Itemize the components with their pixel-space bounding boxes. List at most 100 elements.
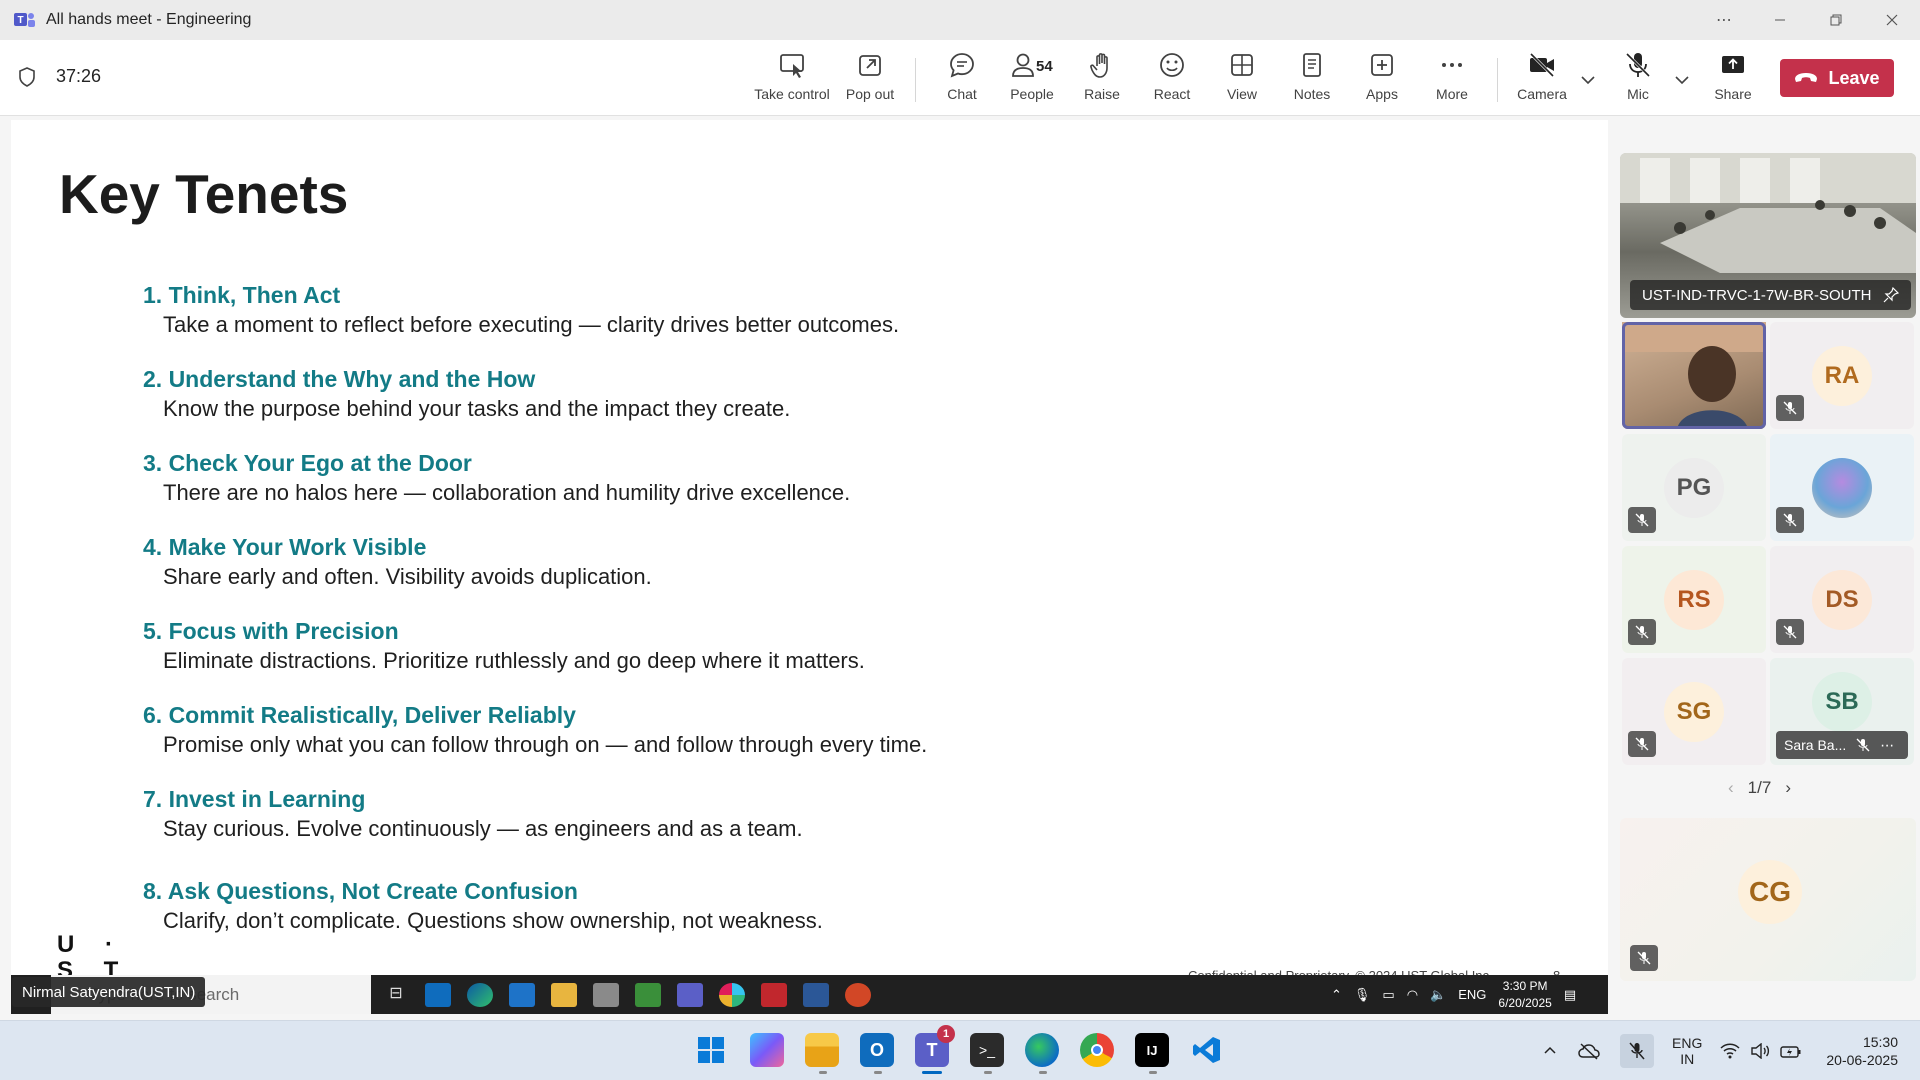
spotlight-participant-tile[interactable]: CG: [1620, 818, 1916, 981]
tenet-item: 8. Ask Questions, Not Create Confusion C…: [143, 878, 1343, 934]
tenet-item: 2. Understand the Why and the How Know t…: [143, 366, 1343, 422]
camera-button[interactable]: Camera: [1502, 50, 1582, 108]
next-page-icon[interactable]: ›: [1785, 778, 1791, 798]
chat-label: Chat: [947, 86, 977, 102]
pin-icon[interactable]: [1883, 287, 1900, 303]
input-language[interactable]: ENG IN: [1672, 1035, 1702, 1067]
vscode-icon[interactable]: [1190, 1033, 1224, 1067]
share-screen-icon: [1722, 56, 1744, 73]
muted-mic-icon: [1776, 395, 1804, 421]
tenet-heading: 6. Commit Realistically, Deliver Reliabl…: [143, 702, 576, 728]
share-label: Share: [1714, 86, 1752, 102]
participant-tile[interactable]: DS: [1770, 546, 1914, 653]
participant-tile[interactable]: SB Sara Ba... ⋯: [1770, 658, 1914, 765]
tenet-heading: 7. Invest in Learning: [143, 786, 366, 812]
camera-label: Camera: [1517, 86, 1567, 102]
people-count: 54: [1036, 58, 1053, 75]
raise-hand-button[interactable]: Raise: [1062, 50, 1142, 108]
running-indicator: [1149, 1071, 1157, 1074]
take-control-button[interactable]: Take control: [752, 50, 832, 108]
participant-name: Sara Ba...: [1784, 737, 1847, 753]
avatar: RA: [1812, 346, 1872, 406]
mic-options-chevron-icon[interactable]: [1672, 70, 1692, 90]
people-button[interactable]: 54 People: [992, 50, 1072, 108]
file-explorer-icon: [551, 983, 577, 1007]
mic-muted-tray-icon[interactable]: [1620, 1034, 1655, 1068]
chat-button[interactable]: Chat: [922, 50, 1002, 108]
avatar: CG: [1738, 860, 1802, 924]
mic-button[interactable]: Mic: [1598, 50, 1678, 108]
close-button[interactable]: [1864, 0, 1920, 40]
tenet-description: Eliminate distractions. Prioritize ruthl…: [163, 648, 865, 673]
restore-button[interactable]: [1808, 0, 1864, 40]
svg-text:T: T: [17, 15, 23, 26]
react-label: React: [1153, 86, 1191, 102]
excel-icon: [635, 983, 661, 1007]
minimize-button[interactable]: [1752, 0, 1808, 40]
teams-notification-badge: 1: [937, 1025, 955, 1043]
react-button[interactable]: React: [1132, 50, 1212, 108]
battery-charging-icon[interactable]: [1780, 1043, 1802, 1059]
tenet-item: 5. Focus with Precision Eliminate distra…: [143, 618, 1343, 674]
view-button[interactable]: View: [1202, 50, 1282, 108]
participant-more-icon[interactable]: ⋯: [1880, 737, 1894, 754]
slide-title: Key Tenets: [59, 163, 349, 225]
gallery-pager: ‹ 1/7 ›: [1728, 778, 1791, 798]
onedrive-offline-icon[interactable]: [1578, 1042, 1600, 1060]
windows-start-icon[interactable]: [694, 1033, 728, 1067]
tenet-description: Know the purpose behind your tasks and t…: [163, 396, 791, 421]
notes-button[interactable]: Notes: [1272, 50, 1352, 108]
tenet-heading: 4. Make Your Work Visible: [143, 534, 427, 560]
notes-icon: [1303, 53, 1321, 77]
word-icon: [803, 983, 829, 1007]
show-hidden-icons-chevron-icon[interactable]: [1542, 1043, 1558, 1059]
notification-icon: ▤: [1563, 986, 1577, 1002]
terminal-icon[interactable]: >_: [970, 1033, 1004, 1067]
mail-icon: [509, 983, 535, 1007]
muted-mic-icon: [1856, 738, 1870, 752]
system-clock[interactable]: 15:30 20-06-2025: [1826, 1033, 1898, 1069]
grid-view-icon: [1231, 54, 1253, 76]
teams-icon[interactable]: T 1: [915, 1025, 955, 1067]
participant-tile[interactable]: SG: [1622, 658, 1766, 765]
share-button[interactable]: Share: [1693, 50, 1773, 108]
add-app-icon: [1371, 54, 1393, 76]
participant-tile[interactable]: [1770, 434, 1914, 541]
muted-mic-icon: [1630, 945, 1658, 971]
participant-name-bar: Sara Ba... ⋯: [1776, 731, 1908, 759]
tenet-heading: 5. Focus with Precision: [143, 618, 399, 644]
meeting-timer: 37:26: [18, 66, 101, 87]
camera-options-chevron-icon[interactable]: [1578, 70, 1598, 90]
presenter-lang: ENG: [1458, 987, 1487, 1002]
participant-tile[interactable]: RS: [1622, 546, 1766, 653]
avatar-photo: [1812, 458, 1872, 518]
volume-icon[interactable]: [1750, 1043, 1770, 1059]
room-video-tile[interactable]: UST-IND-TRVC-1-7W-BR-SOUTH: [1620, 153, 1916, 318]
participant-tile-video[interactable]: [1622, 322, 1766, 429]
edge-icon[interactable]: [1025, 1033, 1059, 1067]
shield-icon: [19, 66, 35, 87]
intellij-icon[interactable]: IJ: [1135, 1033, 1169, 1067]
more-button[interactable]: More: [1412, 50, 1492, 108]
teams-icon: [677, 983, 703, 1007]
file-explorer-icon[interactable]: [805, 1033, 839, 1067]
muted-mic-icon: [1628, 731, 1656, 757]
m365-icon[interactable]: [750, 1033, 784, 1067]
participant-tile[interactable]: RA: [1770, 322, 1914, 429]
participant-tile[interactable]: PG: [1622, 434, 1766, 541]
chrome-icon[interactable]: [1080, 1033, 1114, 1067]
wifi-icon[interactable]: [1720, 1043, 1740, 1059]
toolbar-divider: [915, 58, 916, 102]
more-options-icon[interactable]: ⋯: [1696, 0, 1752, 40]
tenet-heading: 3. Check Your Ego at the Door: [143, 450, 472, 476]
apps-button[interactable]: Apps: [1342, 50, 1422, 108]
outlook-icon[interactable]: O: [860, 1033, 894, 1067]
previous-page-icon[interactable]: ‹: [1728, 778, 1734, 798]
avatar: SG: [1664, 682, 1724, 742]
tenet-heading: 1. Think, Then Act: [143, 282, 341, 308]
shared-slide: Key Tenets 1. Think, Then Act Take a mom…: [11, 120, 1608, 980]
leave-button[interactable]: Leave: [1780, 59, 1894, 97]
pop-out-button[interactable]: Pop out: [830, 50, 910, 108]
teams-logo-icon: T: [14, 13, 35, 27]
acrobat-icon: [761, 983, 787, 1007]
